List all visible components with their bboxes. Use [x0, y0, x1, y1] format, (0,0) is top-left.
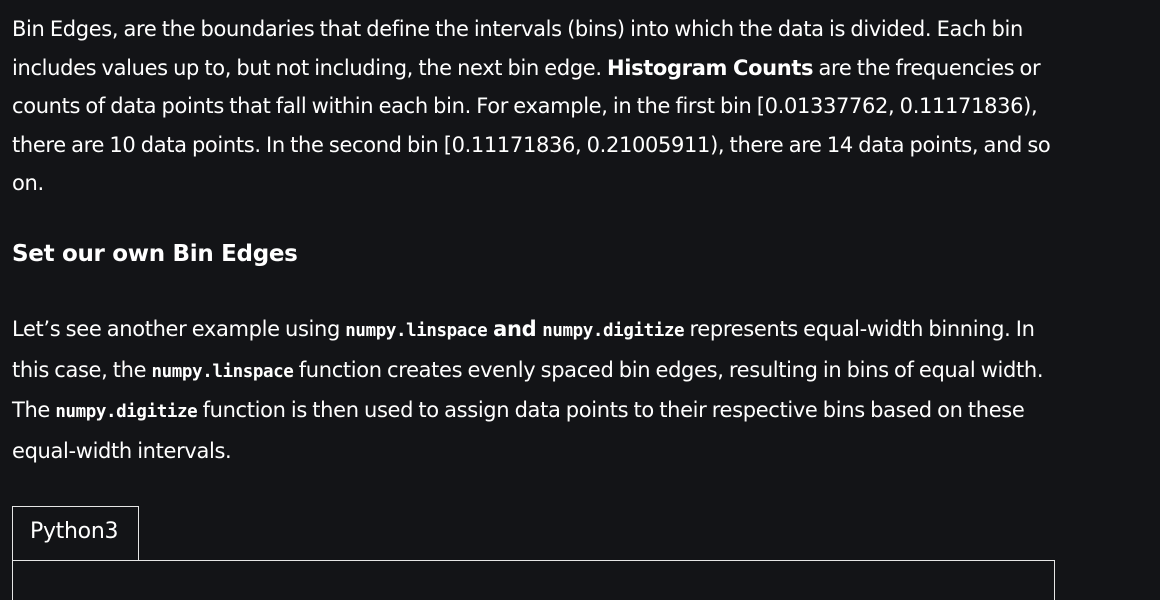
inline-code-digitize: numpy.digitize [542, 321, 685, 341]
tab-label: Python3 [30, 519, 119, 544]
inline-code-digitize: numpy.digitize [55, 402, 198, 423]
bin-edges-paragraph: Bin Edges, are the boundaries that defin… [12, 10, 1072, 203]
inline-code-linspace: numpy.linspace [345, 321, 488, 341]
paragraph-text-and: and [487, 317, 543, 341]
code-editor-area[interactable] [12, 560, 1055, 600]
tab-python3[interactable]: Python3 [12, 506, 139, 560]
code-block: Python3 [12, 506, 1055, 600]
histogram-counts-term: Histogram Counts [607, 55, 814, 80]
section-heading: Set our own Bin Edges [12, 241, 298, 267]
inline-code-linspace: numpy.linspace [151, 361, 294, 382]
paragraph-text: Let’s see another example using [12, 317, 346, 341]
linspace-paragraph: Let’s see another example using numpy.li… [12, 310, 1072, 470]
